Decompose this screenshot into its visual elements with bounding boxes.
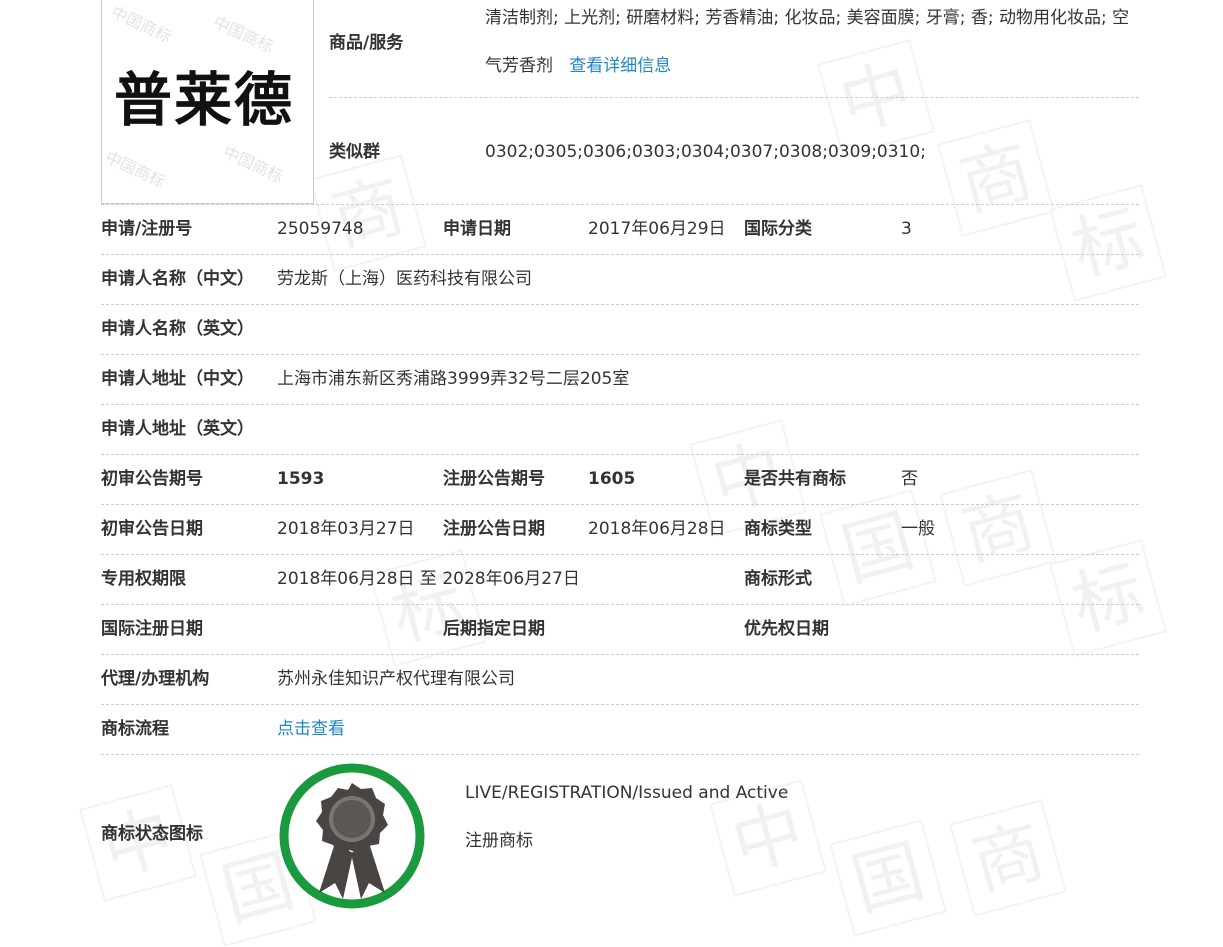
detail-row: 初审公告日期 2018年03月27日 注册公告日期 2018年06月28日 商标…	[101, 505, 1139, 555]
applicant-cn-value: 劳龙斯（上海）医药科技有限公司	[277, 269, 532, 289]
detail-row: 申请人地址（英文）	[101, 405, 1139, 455]
shared-label: 是否共有商标	[744, 469, 846, 489]
status-cn: 注册商标	[465, 831, 533, 851]
detail-row: 申请人地址（中文） 上海市浦东新区秀浦路3999弄32号二层205室	[101, 355, 1139, 405]
goods-row: 商品/服务 清洁制剂; 上光剂; 研磨材料; 芳香精油; 化妆品; 美容面膜; …	[329, 0, 1139, 98]
intl-class-value: 3	[901, 219, 912, 239]
prelim-date-label: 初审公告日期	[101, 519, 203, 539]
status-label: 商标状态图标	[101, 824, 203, 844]
reg-no-label: 申请/注册号	[101, 219, 193, 239]
detail-row: 初审公告期号 1593 注册公告期号 1605 是否共有商标 否	[101, 455, 1139, 505]
detail-row: 专用权期限 2018年06月28日 至 2028年06月27日 商标形式	[101, 555, 1139, 605]
address-en-value	[277, 405, 1139, 454]
reg-notice-date-label: 注册公告日期	[443, 519, 545, 539]
apply-date-value: 2017年06月29日	[588, 219, 726, 239]
status-row: 商标状态图标 LIVE/REGISTRATION/Issued and Acti…	[101, 755, 1139, 909]
agent-label: 代理/办理机构	[101, 669, 210, 689]
apply-date-label: 申请日期	[443, 219, 511, 239]
intl-reg-date-value	[277, 605, 443, 654]
detail-row: 申请/注册号 25059748 申请日期 2017年06月29日 国际分类 3	[101, 204, 1139, 255]
intl-reg-date-label: 国际注册日期	[101, 619, 203, 639]
view-details-link[interactable]: 查看详细信息	[569, 56, 671, 76]
applicant-en-label: 申请人名称（英文）	[101, 319, 254, 339]
address-cn-label: 申请人地址（中文）	[101, 369, 254, 389]
award-badge-icon	[277, 761, 427, 911]
similar-group-label: 类似群	[329, 142, 380, 162]
reg-notice-no-label: 注册公告期号	[443, 469, 545, 489]
address-cn-value: 上海市浦东新区秀浦路3999弄32号二层205室	[277, 369, 630, 389]
reg-notice-date-value: 2018年06月28日	[588, 519, 726, 539]
goods-section: 商品/服务 清洁制剂; 上光剂; 研磨材料; 芳香精油; 化妆品; 美容面膜; …	[329, 0, 1139, 204]
goods-line2: 气芳香剂	[485, 56, 553, 76]
agent-value: 苏州永佳知识产权代理有限公司	[277, 669, 515, 689]
detail-rows: 申请/注册号 25059748 申请日期 2017年06月29日 国际分类 3 …	[101, 204, 1139, 909]
status-en: LIVE/REGISTRATION/Issued and Active	[465, 783, 789, 803]
tm-type-value: 一般	[901, 519, 935, 539]
trademark-logo-text: 普莱德	[114, 66, 295, 134]
trademark-image: 中国商标 中国商标 中国商标 中国商标 普莱德	[101, 0, 314, 204]
tm-form-label: 商标形式	[744, 569, 812, 589]
status-text: LIVE/REGISTRATION/Issued and Active 注册商标	[465, 755, 788, 905]
address-en-label: 申请人地址（英文）	[101, 419, 254, 439]
detail-row: 国际注册日期 后期指定日期 优先权日期	[101, 605, 1139, 655]
reg-notice-no-value: 1605	[588, 469, 636, 489]
later-date-value	[588, 605, 744, 654]
prelim-no-value: 1593	[277, 469, 325, 489]
exclusive-value: 2018年06月28日 至 2028年06月27日	[277, 569, 580, 589]
shared-value: 否	[901, 469, 918, 489]
detail-row: 申请人名称（中文） 劳龙斯（上海）医药科技有限公司	[101, 255, 1139, 305]
reg-no-value: 25059748	[277, 219, 364, 239]
similar-group-row: 类似群 0302;0305;0306;0303;0304;0307;0308;0…	[329, 98, 1139, 204]
tm-form-value	[901, 555, 1139, 604]
priority-value	[901, 605, 1139, 654]
logo-watermark: 中国商标	[108, 2, 175, 47]
flow-label: 商标流程	[101, 719, 169, 739]
goods-value: 清洁制剂; 上光剂; 研磨材料; 芳香精油; 化妆品; 美容面膜; 牙膏; 香;…	[485, 0, 1139, 97]
view-flow-link[interactable]: 点击查看	[277, 719, 345, 739]
prelim-date-value: 2018年03月27日	[277, 519, 415, 539]
goods-label: 商品/服务	[329, 33, 404, 53]
applicant-cn-label: 申请人名称（中文）	[101, 269, 254, 289]
goods-line1: 清洁制剂; 上光剂; 研磨材料; 芳香精油; 化妆品; 美容面膜; 牙膏; 香;…	[485, 8, 1130, 28]
intl-class-label: 国际分类	[744, 219, 812, 239]
similar-group-value: 0302;0305;0306;0303;0304;0307;0308;0309;…	[485, 142, 926, 162]
prelim-no-label: 初审公告期号	[101, 469, 203, 489]
later-date-label: 后期指定日期	[443, 619, 545, 639]
detail-row: 商标流程 点击查看	[101, 705, 1139, 755]
exclusive-label: 专用权期限	[101, 569, 186, 589]
tm-type-label: 商标类型	[744, 519, 812, 539]
logo-watermark: 中国商标	[102, 147, 169, 192]
applicant-en-value	[277, 305, 1139, 354]
priority-label: 优先权日期	[744, 619, 829, 639]
detail-row: 申请人名称（英文）	[101, 305, 1139, 355]
logo-watermark: 中国商标	[220, 142, 287, 187]
detail-row: 代理/办理机构 苏州永佳知识产权代理有限公司	[101, 655, 1139, 705]
logo-watermark: 中国商标	[210, 12, 277, 57]
